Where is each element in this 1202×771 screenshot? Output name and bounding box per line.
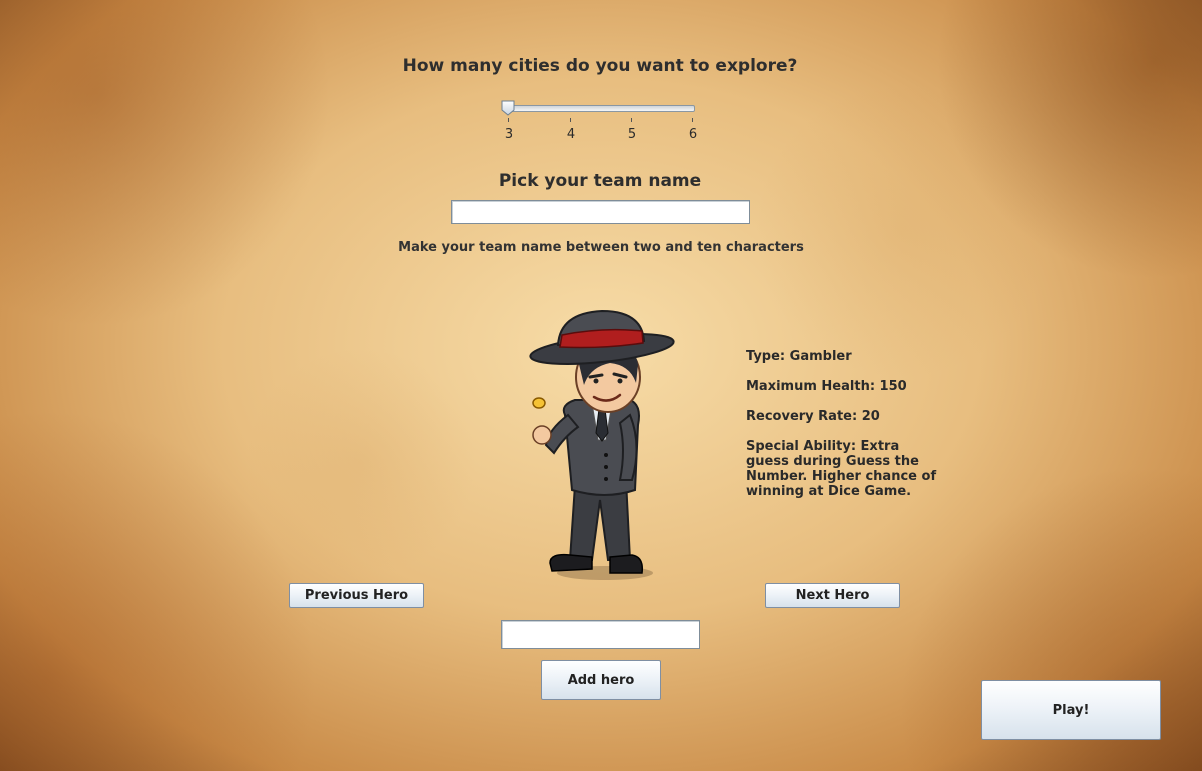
previous-hero-button[interactable]: Previous Hero: [289, 583, 424, 608]
slider-tick-mark: [631, 118, 632, 122]
slider-tick-label: 3: [504, 127, 514, 142]
slider-tick-label: 4: [566, 127, 576, 142]
play-button[interactable]: Play!: [981, 680, 1161, 740]
slider-tick-label: 5: [627, 127, 637, 142]
slider-tick-mark: [570, 118, 571, 122]
hero-recovery-rate: Recovery Rate: 20: [746, 409, 880, 424]
slider-tick-mark: [692, 118, 693, 122]
team-name-field[interactable]: [451, 200, 750, 224]
hero-type: Type: Gambler: [746, 349, 852, 364]
next-hero-button[interactable]: Next Hero: [765, 583, 900, 608]
add-hero-button[interactable]: Add hero: [541, 660, 661, 700]
team-name-hint: Make your team name between two and ten …: [398, 240, 804, 255]
hero-max-health: Maximum Health: 150: [746, 379, 907, 394]
slider-tick-mark: [508, 118, 509, 122]
hero-special-ability: Special Ability: Extra guess during Gues…: [746, 439, 937, 499]
slider-tick-label: 6: [688, 127, 698, 142]
team-name-heading: Pick your team name: [498, 171, 702, 191]
slider-thumb[interactable]: [500, 100, 516, 116]
gambler-hero-figure: [529, 309, 675, 580]
hero-name-field[interactable]: [501, 620, 700, 649]
city-count-question: How many cities do you want to explore?: [402, 56, 798, 76]
slider-track[interactable]: [503, 105, 695, 112]
